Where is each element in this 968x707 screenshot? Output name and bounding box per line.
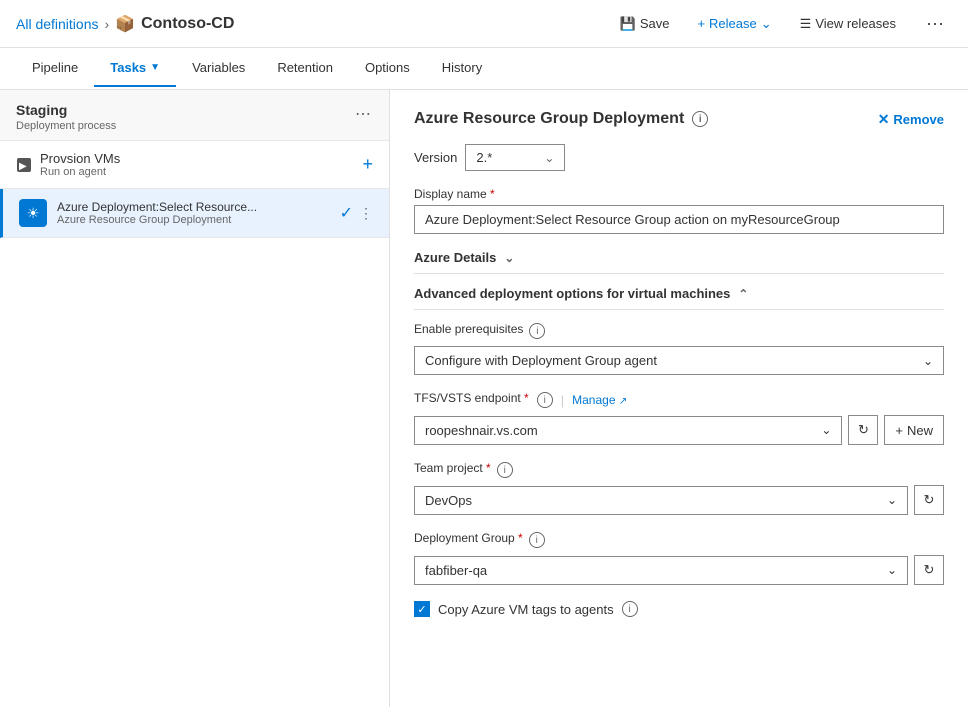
save-button[interactable]: 💾 Save bbox=[614, 12, 676, 36]
task-icon: ☀ bbox=[19, 199, 47, 227]
breadcrumb-separator: › bbox=[105, 16, 110, 32]
task-item[interactable]: ☀ Azure Deployment:Select Resource... Az… bbox=[0, 189, 389, 238]
header-left: All definitions › 📦 Contoso-CD bbox=[16, 14, 234, 34]
checkmark-icon: ✓ bbox=[417, 603, 426, 616]
collapse-chevron-icon: ⌄ bbox=[504, 251, 514, 265]
team-project-label: Team project bbox=[414, 461, 491, 475]
copy-tags-row: ✓ Copy Azure VM tags to agents i bbox=[414, 601, 944, 617]
deployment-group-row: fabfiber-qa ⌄ ↻ bbox=[414, 555, 944, 585]
tfs-refresh-button[interactable]: ↻ bbox=[848, 415, 878, 445]
left-panel: Staging Deployment process ⋯ ▶ Provsion … bbox=[0, 90, 390, 707]
deployment-group-chevron-down-icon: ⌄ bbox=[887, 563, 897, 577]
save-icon: 💾 bbox=[620, 16, 636, 32]
external-link-icon: ↗ bbox=[619, 396, 627, 407]
stage-title: Staging bbox=[16, 102, 116, 118]
stage-subtitle: Deployment process bbox=[16, 120, 116, 132]
team-project-field: Team project i DevOps ⌄ ↻ bbox=[414, 461, 944, 515]
stage-more-button[interactable]: ⋯ bbox=[353, 102, 373, 126]
team-project-chevron-down-icon: ⌄ bbox=[887, 493, 897, 507]
enable-prereq-field: Enable prerequisites i Configure with De… bbox=[414, 322, 944, 375]
version-select[interactable]: 2.* ⌄ bbox=[465, 144, 565, 171]
tab-tasks[interactable]: Tasks ▼ bbox=[94, 50, 176, 87]
display-name-field: Display name bbox=[414, 187, 944, 234]
advanced-chevron-icon: ⌃ bbox=[738, 287, 748, 301]
azure-details-section: Azure Details ⌄ bbox=[414, 250, 944, 274]
chevron-down-icon: ⌄ bbox=[761, 16, 772, 32]
version-row: Version 2.* ⌄ bbox=[414, 144, 944, 171]
task-detail-title: Azure Resource Group Deployment i ✕ Remo… bbox=[414, 110, 944, 128]
advanced-toggle[interactable]: Advanced deployment options for virtual … bbox=[414, 286, 944, 310]
copy-tags-label: Copy Azure VM tags to agents bbox=[438, 602, 614, 617]
task-check-icon: ✓ bbox=[340, 203, 353, 223]
deployment-group-field: Deployment Group i fabfiber-qa ⌄ ↻ bbox=[414, 531, 944, 585]
main-content: Staging Deployment process ⋯ ▶ Provsion … bbox=[0, 90, 968, 707]
enable-prereq-dropdown[interactable]: Configure with Deployment Group agent ⌄ bbox=[414, 346, 944, 375]
version-chevron-down-icon: ⌄ bbox=[544, 151, 554, 165]
display-name-input[interactable] bbox=[414, 205, 944, 234]
tab-history[interactable]: History bbox=[426, 50, 498, 87]
header-app-icon: 📦 bbox=[115, 14, 135, 34]
phase-header: ▶ Provsion VMs Run on agent + bbox=[0, 141, 389, 189]
copy-tags-checkbox[interactable]: ✓ bbox=[414, 601, 430, 617]
team-project-row: DevOps ⌄ ↻ bbox=[414, 485, 944, 515]
tfs-chevron-down-icon: ⌄ bbox=[821, 423, 831, 437]
deployment-group-dropdown[interactable]: fabfiber-qa ⌄ bbox=[414, 556, 908, 585]
task-name: Azure Deployment:Select Resource... bbox=[57, 200, 340, 214]
tfs-dropdown-row: roopeshnair.vs.com ⌄ ↻ + New bbox=[414, 415, 944, 445]
enable-prereq-label: Enable prerequisites bbox=[414, 322, 523, 336]
team-project-dropdown[interactable]: DevOps ⌄ bbox=[414, 486, 908, 515]
remove-x-icon: ✕ bbox=[878, 111, 890, 128]
copy-tags-info-icon[interactable]: i bbox=[622, 601, 638, 617]
tab-variables[interactable]: Variables bbox=[176, 50, 261, 87]
plus-icon: + bbox=[895, 423, 903, 438]
remove-button[interactable]: ✕ Remove bbox=[878, 111, 944, 128]
version-label: Version bbox=[414, 150, 457, 165]
task-subtitle: Azure Resource Group Deployment bbox=[57, 214, 340, 226]
enable-prereq-info-icon[interactable]: i bbox=[529, 323, 545, 339]
phase-title: Provsion VMs bbox=[40, 151, 120, 166]
plus-icon: + bbox=[697, 16, 705, 31]
header: All definitions › 📦 Contoso-CD 💾 Save + … bbox=[0, 0, 968, 48]
team-project-info-icon[interactable]: i bbox=[497, 462, 513, 478]
phase-icon: ▶ bbox=[16, 157, 32, 173]
tab-pipeline[interactable]: Pipeline bbox=[16, 50, 94, 87]
manage-link[interactable]: Manage ↗ bbox=[572, 393, 627, 407]
chevron-down-icon: ▼ bbox=[150, 62, 160, 73]
tfs-endpoint-field: TFS/VSTS endpoint i | Manage ↗ roopeshna… bbox=[414, 391, 944, 445]
refresh-icon: ↻ bbox=[924, 492, 935, 508]
more-options-button[interactable]: ··· bbox=[918, 9, 952, 38]
tfs-info-icon[interactable]: i bbox=[537, 392, 553, 408]
advanced-section: Advanced deployment options for virtual … bbox=[414, 286, 944, 617]
task-more-button[interactable]: ⋮ bbox=[359, 205, 373, 222]
page-title: Contoso-CD bbox=[141, 15, 234, 33]
refresh-icon: ↻ bbox=[924, 562, 935, 578]
phase-subtitle: Run on agent bbox=[40, 166, 120, 178]
deployment-group-refresh-button[interactable]: ↻ bbox=[914, 555, 944, 585]
svg-text:▶: ▶ bbox=[19, 161, 27, 172]
refresh-icon: ↻ bbox=[858, 422, 869, 438]
header-actions: 💾 Save + Release ⌄ ☰ View releases ··· bbox=[614, 9, 952, 38]
stage-header: Staging Deployment process ⋯ bbox=[0, 90, 389, 141]
tab-retention[interactable]: Retention bbox=[261, 50, 349, 87]
tfs-label: TFS/VSTS endpoint bbox=[414, 391, 529, 405]
tab-options[interactable]: Options bbox=[349, 50, 426, 87]
deployment-group-info-icon[interactable]: i bbox=[529, 532, 545, 548]
release-button[interactable]: + Release ⌄ bbox=[691, 12, 777, 36]
list-icon: ☰ bbox=[800, 16, 812, 32]
azure-details-toggle[interactable]: Azure Details ⌄ bbox=[414, 250, 944, 274]
task-title-info-icon[interactable]: i bbox=[692, 111, 708, 127]
breadcrumb-link[interactable]: All definitions bbox=[16, 16, 99, 32]
add-task-button[interactable]: + bbox=[362, 154, 373, 175]
nav-tabs: Pipeline Tasks ▼ Variables Retention Opt… bbox=[0, 48, 968, 90]
team-project-refresh-button[interactable]: ↻ bbox=[914, 485, 944, 515]
display-name-label: Display name bbox=[414, 187, 944, 201]
tfs-dropdown[interactable]: roopeshnair.vs.com ⌄ bbox=[414, 416, 842, 445]
deployment-group-label: Deployment Group bbox=[414, 531, 523, 545]
view-releases-button[interactable]: ☰ View releases bbox=[794, 12, 902, 36]
right-panel: Azure Resource Group Deployment i ✕ Remo… bbox=[390, 90, 968, 707]
tfs-new-button[interactable]: + New bbox=[884, 415, 944, 445]
prereq-chevron-down-icon: ⌄ bbox=[923, 354, 933, 368]
